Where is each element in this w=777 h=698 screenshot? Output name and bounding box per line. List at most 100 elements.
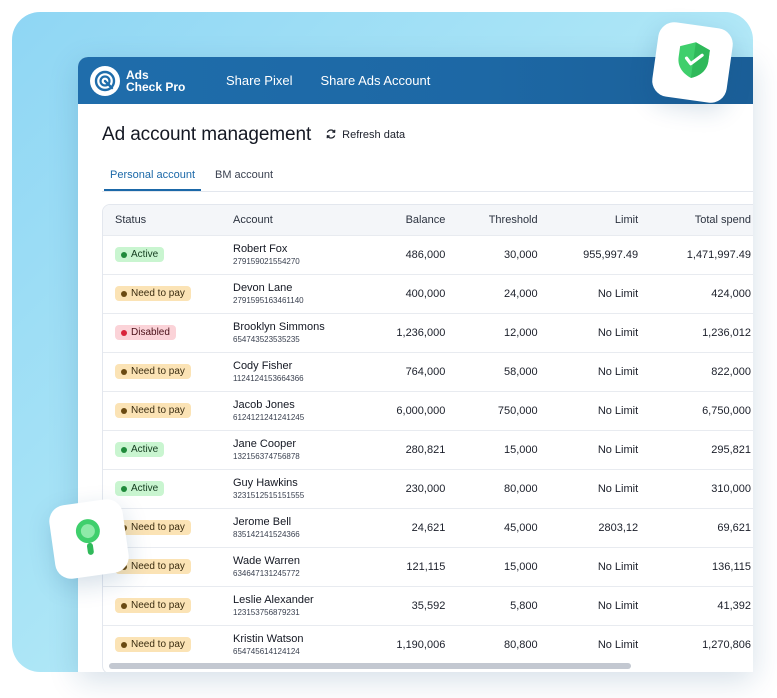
account-name[interactable]: Devon Lane bbox=[233, 282, 353, 294]
table-row[interactable]: Active Guy Hawkins 3231512515151555 230,000… bbox=[103, 468, 753, 508]
column-header-threshold[interactable]: Threshold bbox=[455, 205, 548, 235]
balance-cell: 230,000 bbox=[363, 468, 456, 508]
shield-badge-card bbox=[650, 20, 735, 105]
balance-cell: 400,000 bbox=[363, 273, 456, 313]
account-name[interactable]: Guy Hawkins bbox=[233, 477, 353, 489]
limit-cell: No Limit bbox=[547, 468, 649, 508]
threshold-cell: 24,000 bbox=[455, 273, 548, 313]
threshold-cell: 12,000 bbox=[455, 312, 548, 352]
table-row[interactable]: Disabled Brooklyn Simmons 654743523535235 1… bbox=[103, 312, 753, 352]
title-row: Ad account management Refresh data bbox=[102, 124, 753, 146]
brand-logo-icon bbox=[90, 65, 120, 96]
column-header-total-spend[interactable]: Total spend bbox=[648, 205, 753, 235]
threshold-cell: 45,000 bbox=[455, 507, 548, 547]
status-badge: Need to pay bbox=[115, 637, 191, 653]
threshold-cell: 750,000 bbox=[455, 390, 548, 430]
tab-bm-account[interactable]: BM account bbox=[209, 160, 279, 191]
account-name[interactable]: Wade Warren bbox=[233, 555, 353, 567]
table-row[interactable]: Need to pay Cody Fisher 1124124153664366 76… bbox=[103, 351, 753, 391]
threshold-cell: 80,000 bbox=[455, 468, 548, 508]
table-row[interactable]: Active Jane Cooper 132156374756878 280,821 1… bbox=[103, 429, 753, 469]
table-row[interactable]: Need to pay Wade Warren 634647131245772 121… bbox=[103, 546, 753, 586]
table-row[interactable]: Need to pay Devon Lane 2791595163461140 400… bbox=[103, 273, 753, 313]
account-name[interactable]: Leslie Alexander bbox=[233, 594, 353, 606]
status-label: Need to pay bbox=[131, 561, 185, 572]
limit-cell: No Limit bbox=[547, 351, 649, 391]
status-cell: Need to pay bbox=[103, 624, 223, 664]
status-dot bbox=[121, 368, 127, 375]
status-dot bbox=[121, 251, 127, 258]
account-cell: Jacob Jones 6124121241241245 bbox=[223, 390, 363, 430]
table-row[interactable]: Need to pay Jerome Bell 835142141524366 24,… bbox=[103, 507, 753, 547]
status-label: Need to pay bbox=[131, 288, 185, 299]
status-label: Need to pay bbox=[131, 522, 185, 533]
account-id: 3231512515151555 bbox=[233, 491, 305, 500]
main-content: Ad account management Refresh data Perso… bbox=[78, 104, 753, 672]
total-spend-cell: 41,392 bbox=[648, 585, 753, 625]
account-cell: Guy Hawkins 3231512515151555 bbox=[223, 468, 363, 508]
account-name[interactable]: Jerome Bell bbox=[233, 516, 353, 528]
brand-logo[interactable]: Ads Check Pro bbox=[90, 65, 226, 96]
limit-cell: No Limit bbox=[547, 624, 649, 664]
column-header-balance[interactable]: Balance bbox=[363, 205, 456, 235]
tab-personal-account[interactable]: Personal account bbox=[104, 160, 201, 191]
status-badge: Active bbox=[115, 442, 165, 457]
table-row[interactable]: Need to pay Jacob Jones 6124121241241245 6,… bbox=[103, 390, 753, 430]
limit-cell: No Limit bbox=[547, 273, 649, 313]
column-header-account[interactable]: Account bbox=[223, 205, 363, 235]
balance-cell: 486,000 bbox=[363, 234, 456, 274]
column-header-limit[interactable]: Limit bbox=[547, 205, 649, 235]
status-badge: Need to pay bbox=[115, 520, 191, 535]
threshold-cell: 5,800 bbox=[455, 585, 548, 625]
status-cell: Need to pay bbox=[103, 351, 223, 391]
brand-name: Ads Check Pro bbox=[126, 69, 185, 93]
total-spend-cell: 1,270,806 bbox=[648, 624, 753, 664]
threshold-cell: 30,000 bbox=[455, 234, 548, 274]
table-header-row: Status Account Balance Threshold Limit T… bbox=[103, 205, 753, 235]
status-cell: Need to pay bbox=[103, 585, 223, 625]
refresh-data-button[interactable]: Refresh data bbox=[325, 128, 405, 143]
account-name[interactable]: Cody Fisher bbox=[233, 360, 353, 372]
table-row[interactable]: Active Robert Fox 279159021554270 486,000 30… bbox=[103, 234, 753, 274]
account-cell: Robert Fox 279159021554270 bbox=[223, 234, 363, 274]
balance-cell: 1,236,000 bbox=[363, 312, 456, 352]
account-id: 123153756879231 bbox=[233, 608, 300, 617]
account-name[interactable]: Jacob Jones bbox=[233, 399, 353, 411]
account-cell: Leslie Alexander 123153756879231 bbox=[223, 585, 363, 625]
nav-share-pixel[interactable]: Share Pixel bbox=[226, 73, 292, 88]
table-row[interactable]: Need to pay Leslie Alexander 1231537568792… bbox=[103, 585, 753, 625]
status-badge: Disabled bbox=[115, 325, 176, 340]
status-badge: Need to pay bbox=[115, 364, 191, 379]
account-id: 1124124153664366 bbox=[233, 374, 304, 383]
account-id: 634647131245772 bbox=[233, 569, 300, 578]
status-cell: Disabled bbox=[103, 312, 223, 352]
account-name[interactable]: Jane Cooper bbox=[233, 438, 353, 450]
status-label: Active bbox=[131, 483, 159, 494]
account-name[interactable]: Brooklyn Simmons bbox=[233, 321, 353, 333]
threshold-cell: 80,800 bbox=[455, 624, 548, 664]
accounts-table-container: Status Account Balance Threshold Limit T… bbox=[102, 204, 753, 672]
account-cell: Jerome Bell 835142141524366 bbox=[223, 507, 363, 547]
threshold-cell: 58,000 bbox=[455, 351, 548, 391]
status-label: Need to pay bbox=[131, 639, 185, 651]
column-header-status[interactable]: Status bbox=[103, 205, 223, 235]
account-name[interactable]: Kristin Watson bbox=[233, 633, 353, 645]
nav-share-ads-account[interactable]: Share Ads Account bbox=[320, 73, 430, 88]
total-spend-cell: 1,236,012 bbox=[648, 312, 753, 352]
account-id: 2791595163461140 bbox=[233, 296, 304, 305]
account-id: 835142141524366 bbox=[233, 530, 300, 539]
status-label: Need to pay bbox=[131, 366, 185, 377]
table-row[interactable]: Need to pay Kristin Watson 654745614124124… bbox=[103, 624, 753, 664]
account-id: 654743523535235 bbox=[233, 335, 300, 344]
horizontal-scrollbar[interactable] bbox=[109, 663, 631, 669]
balance-cell: 6,000,000 bbox=[363, 390, 456, 430]
account-cell: Kristin Watson 654745614124124 bbox=[223, 624, 363, 664]
limit-cell: No Limit bbox=[547, 312, 649, 352]
limit-cell: No Limit bbox=[547, 390, 649, 430]
limit-cell: No Limit bbox=[547, 429, 649, 469]
account-name[interactable]: Robert Fox bbox=[233, 243, 353, 255]
status-label: Need to pay bbox=[131, 600, 185, 611]
table-body: Active Robert Fox 279159021554270 486,000 30… bbox=[103, 234, 753, 664]
total-spend-cell: 295,821 bbox=[648, 429, 753, 469]
status-dot bbox=[121, 446, 127, 453]
